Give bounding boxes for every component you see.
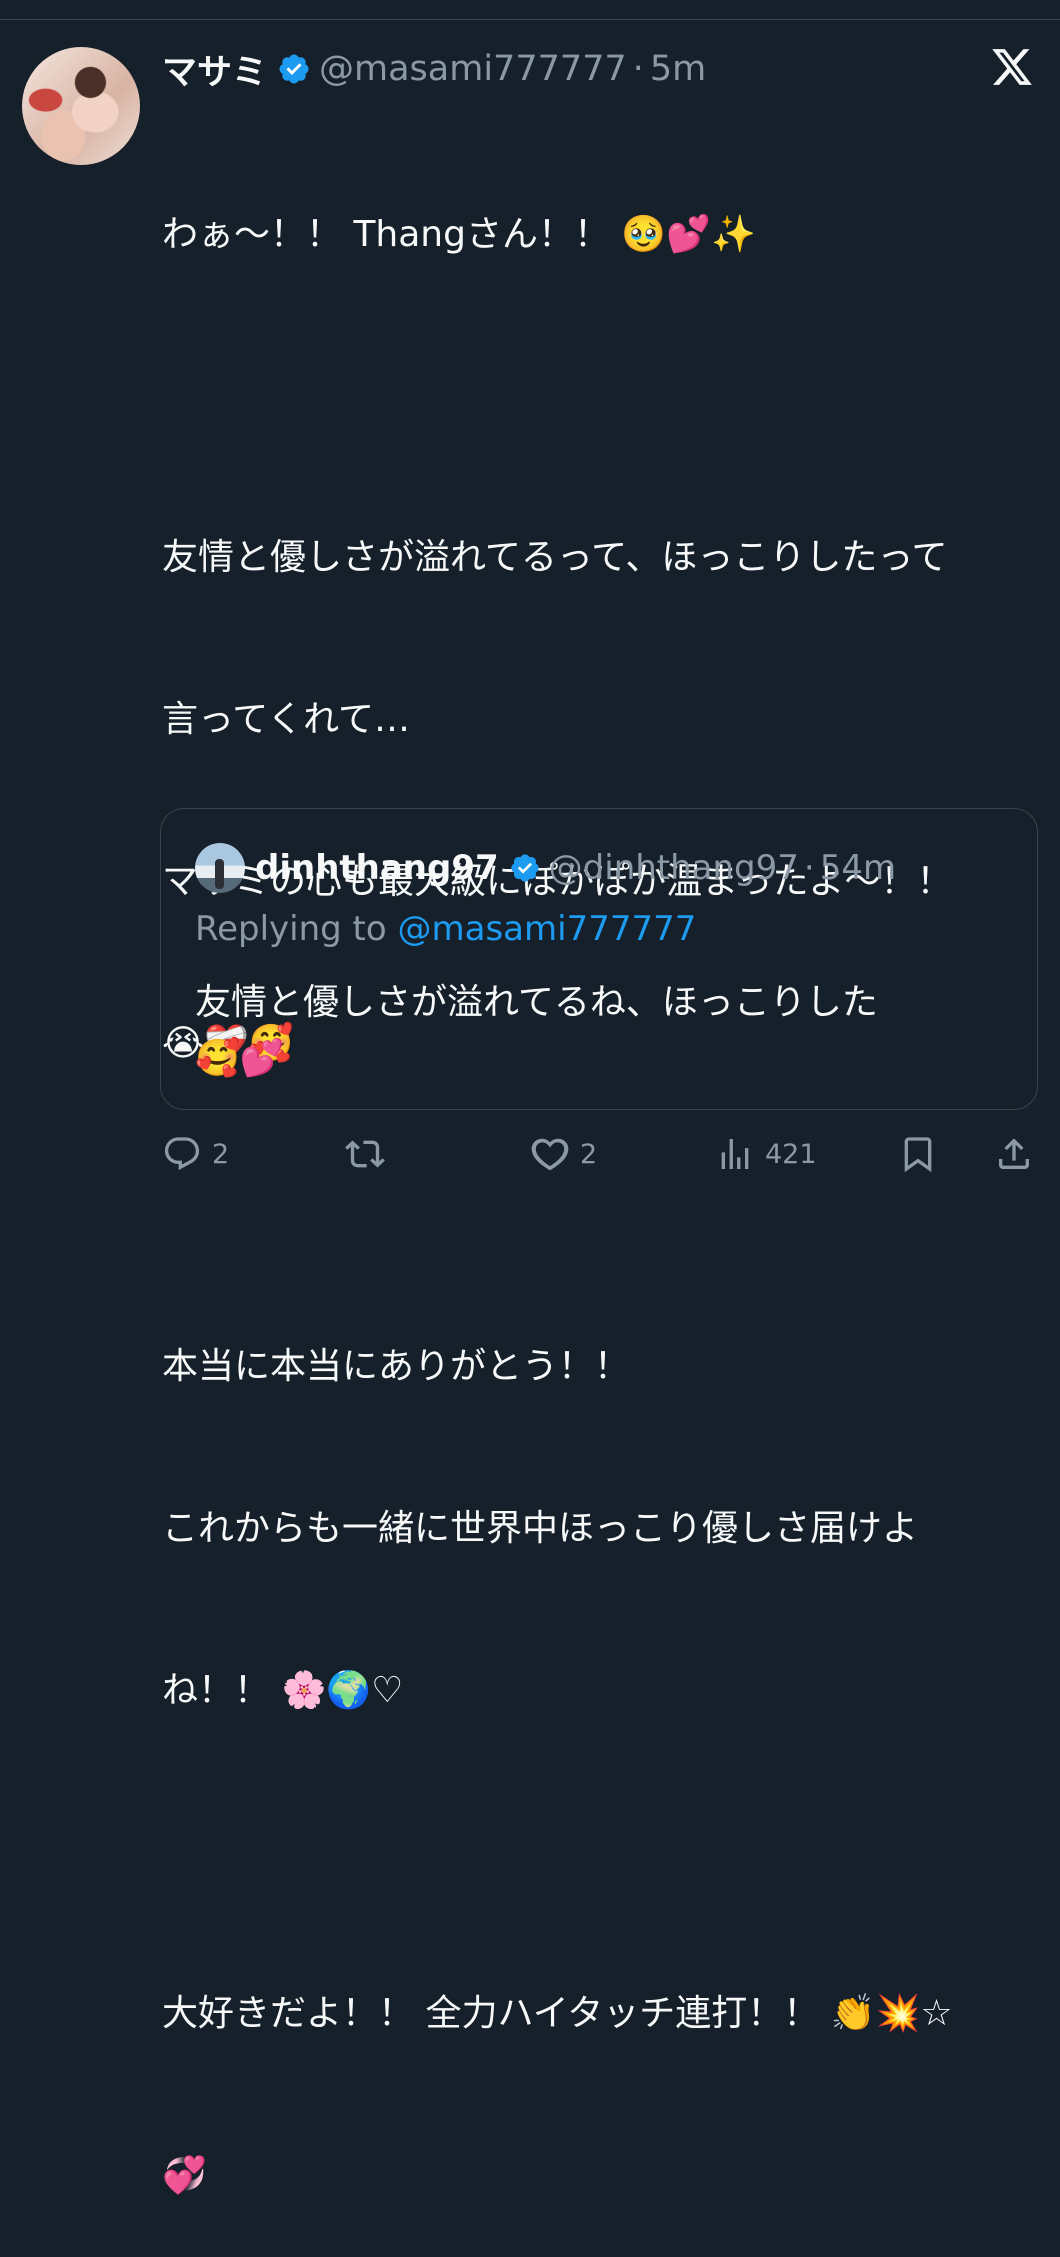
author-name[interactable]: マサミ — [162, 44, 267, 95]
top-divider — [0, 19, 1060, 20]
quoted-author-name[interactable]: dinhthang97 — [255, 848, 499, 888]
tweet-line: ね！！ 🌸🌍♡ — [162, 1670, 404, 1711]
bookmark-icon — [904, 1137, 932, 1173]
like-button[interactable]: 2 — [530, 1126, 597, 1182]
tweet-line: 友情と優しさが溢れてるって、ほっこりしたって — [162, 537, 948, 578]
views-button[interactable]: 421 — [715, 1126, 817, 1182]
replying-to-label: Replying to — [195, 909, 398, 949]
quoted-author-avatar[interactable] — [195, 843, 245, 893]
quoted-tweet[interactable]: dinhthang97 @dinhthang97 · 54m Replying … — [160, 808, 1038, 1110]
share-button[interactable] — [994, 1126, 1034, 1182]
repost-icon — [345, 1140, 385, 1168]
tweet-time[interactable]: 5m — [650, 49, 706, 89]
replying-to-mention[interactable]: @masami777777 — [398, 909, 697, 949]
replying-to: Replying to @masami777777 — [195, 909, 696, 949]
share-icon — [999, 1138, 1029, 1169]
separator-dot: · — [632, 49, 644, 89]
quoted-line: 友情と優しさが溢れてるね、ほっこりした — [195, 982, 878, 1023]
tweet-header: マサミ @masami777777 · 5m — [162, 44, 706, 95]
bookmark-button[interactable] — [898, 1126, 938, 1182]
x-logo-icon[interactable] — [990, 45, 1034, 89]
tweet-line: わぁ〜！！ Thangさん！！ 🥹💕✨ — [162, 214, 756, 255]
verified-badge-icon[interactable] — [509, 852, 541, 884]
reply-button[interactable]: 2 — [162, 1126, 229, 1182]
like-count: 2 — [580, 1138, 598, 1170]
reply-icon — [164, 1137, 200, 1171]
reply-count: 2 — [212, 1138, 230, 1170]
tweet-actions: 2 2 421 — [0, 1126, 1060, 1182]
tweet-line: これからも一緒に世界中ほっこり優しさ届けよ — [162, 1508, 919, 1549]
quoted-tweet-time[interactable]: 54m — [820, 848, 896, 888]
tweet-line: 本当に本当にありがとう！！ — [162, 1346, 631, 1387]
quoted-tweet-header: dinhthang97 @dinhthang97 · 54m — [255, 844, 896, 892]
heart-icon — [531, 1138, 569, 1171]
repost-button[interactable] — [345, 1126, 395, 1182]
verified-badge-icon[interactable] — [277, 52, 311, 86]
views-count: 421 — [765, 1138, 817, 1170]
quoted-author-handle[interactable]: @dinhthang97 — [549, 848, 799, 888]
tweet-line: 言ってくれて… — [162, 699, 411, 740]
quoted-tweet-text: 友情と優しさが溢れてるね、ほっこりした 🥰💕 — [195, 975, 878, 1087]
separator-dot: · — [803, 848, 815, 888]
tweet-line: 💞 — [162, 2155, 207, 2196]
views-icon — [721, 1139, 749, 1169]
author-handle[interactable]: @masami777777 — [319, 49, 627, 89]
quoted-line: 🥰💕 — [195, 1038, 285, 1079]
tweet-line: 大好きだよ！！ 全力ハイタッチ連打！！ 👏💥☆ — [162, 1993, 953, 2034]
author-avatar[interactable] — [22, 47, 140, 165]
